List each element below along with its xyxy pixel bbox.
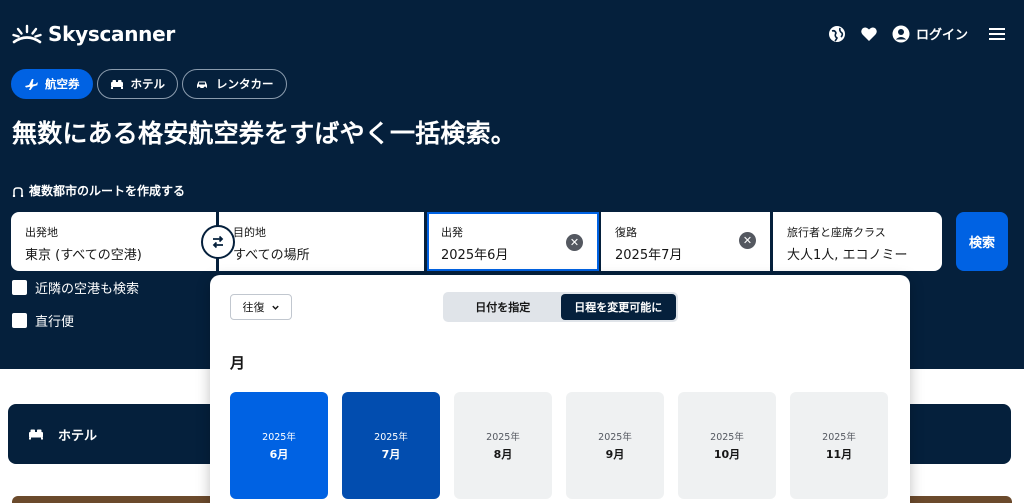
login-label: ログイン (915, 28, 968, 43)
month-card[interactable]: 2025年 11月 (790, 392, 888, 499)
direct-flights-checkbox[interactable]: 直行便 (12, 311, 74, 330)
tab-flights[interactable]: 航空券 (11, 69, 93, 99)
trip-type-value: 往復 (242, 301, 265, 314)
date-picker-popover: 往復 日付を指定 日程を変更可能に 月 2025年 6月 2025年 7月 20… (210, 275, 910, 503)
travellers-label: 旅行者と座席クラス (787, 226, 886, 239)
month-name: 8月 (493, 448, 513, 461)
brand-name: Skyscanner (48, 22, 175, 46)
tab-specific-dates[interactable]: 日付を指定 (445, 294, 561, 320)
month-name: 6月 (269, 448, 289, 461)
bed-icon (110, 80, 123, 89)
month-name: 7月 (381, 448, 401, 461)
bed-icon (29, 429, 43, 440)
destination-label: 目的地 (233, 226, 266, 239)
tab-car-hire-label: レンタカー (216, 77, 274, 91)
month-name: 11月 (825, 448, 853, 461)
multicity-route-icon (12, 186, 24, 197)
travellers-field[interactable]: 旅行者と座席クラス 大人1人, エコノミー (773, 212, 942, 271)
skyscanner-logo[interactable]: Skyscanner (12, 22, 175, 46)
destination-field[interactable]: 目的地 すべての場所 (219, 212, 424, 271)
tab-hotels-label: ホテル (130, 77, 166, 91)
month-name: 10月 (713, 448, 741, 461)
month-card[interactable]: 2025年 7月 (342, 392, 440, 499)
clear-depart-icon[interactable]: ✕ (566, 234, 583, 251)
hotel-card-label: ホテル (58, 428, 98, 444)
month-card[interactable]: 2025年 9月 (566, 392, 664, 499)
page-headline: 無数にある格安航空券をすばやく一括検索。 (12, 119, 517, 148)
tab-flights-label: 航空券 (45, 77, 80, 91)
clear-return-icon[interactable]: ✕ (739, 232, 756, 249)
sunrise-logo-icon (12, 24, 42, 44)
destination-value: すべての場所 (233, 248, 310, 263)
depart-field[interactable]: 出発 2025年6月 ✕ (427, 212, 599, 271)
multicity-link[interactable]: 複数都市のルートを作成する (12, 182, 185, 199)
month-card[interactable]: 2025年 10月 (678, 392, 776, 499)
chevron-down-icon (271, 305, 279, 310)
month-card[interactable]: 2025年 8月 (454, 392, 552, 499)
month-year: 2025年 (374, 432, 408, 443)
month-year: 2025年 (710, 432, 744, 443)
month-section-title: 月 (230, 354, 246, 372)
month-year: 2025年 (822, 432, 856, 443)
direct-checkbox-box[interactable] (12, 313, 27, 328)
car-icon (197, 81, 207, 90)
month-grid: 2025年 6月 2025年 7月 2025年 8月 2025年 9月 2025… (230, 392, 888, 499)
month-year: 2025年 (486, 432, 520, 443)
product-tabs: 航空券 ホテル レンタカー (11, 69, 287, 99)
tab-car-hire[interactable]: レンタカー (182, 69, 287, 99)
swap-arrows-icon (212, 235, 224, 249)
tab-hotels[interactable]: ホテル (96, 69, 178, 99)
month-card[interactable]: 2025年 6月 (230, 392, 328, 499)
menu-icon[interactable] (988, 25, 1006, 43)
search-button[interactable]: 検索 (956, 212, 1008, 271)
nearby-airports-checkbox[interactable]: 近隣の空港も検索 (12, 278, 139, 297)
multicity-label: 複数都市のルートを作成する (29, 184, 186, 198)
tab-flexible-dates[interactable]: 日程を変更可能に (560, 294, 676, 320)
nearby-label: 近隣の空港も検索 (35, 282, 140, 297)
depart-value: 2025年6月 (441, 248, 509, 263)
login-button[interactable]: ログイン (892, 24, 968, 43)
direct-label: 直行便 (35, 315, 75, 330)
month-name: 9月 (605, 448, 625, 461)
user-icon (892, 25, 910, 42)
heart-icon[interactable] (860, 25, 878, 43)
month-year: 2025年 (598, 432, 632, 443)
return-label: 復路 (615, 226, 637, 239)
travellers-value: 大人1人, エコノミー (787, 248, 908, 263)
globe-icon[interactable] (828, 25, 846, 43)
header-actions: ログイン (828, 24, 1006, 43)
swap-button[interactable] (201, 225, 235, 259)
return-field[interactable]: 復路 2025年7月 ✕ (601, 212, 770, 271)
date-mode-toggle: 日付を指定 日程を変更可能に (443, 292, 678, 322)
origin-field[interactable]: 出発地 東京 (すべての空港) (11, 212, 216, 271)
depart-label: 出発 (441, 226, 463, 239)
month-year: 2025年 (262, 432, 296, 443)
nearby-checkbox-box[interactable] (12, 280, 27, 295)
trip-type-select[interactable]: 往復 (230, 294, 292, 320)
origin-value: 東京 (すべての空港) (25, 248, 142, 263)
plane-icon (25, 79, 38, 90)
origin-label: 出発地 (25, 226, 58, 239)
return-value: 2025年7月 (615, 248, 683, 263)
